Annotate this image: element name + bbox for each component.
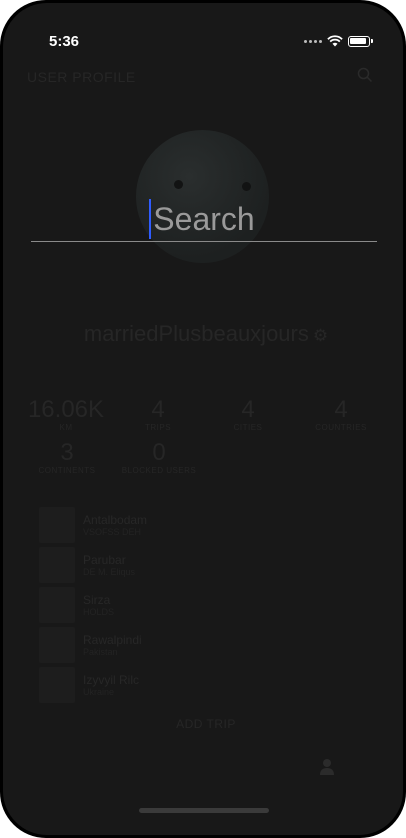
- search-icon[interactable]: [357, 67, 373, 83]
- text-caret: [149, 199, 151, 239]
- trip-thumbnail: [39, 507, 75, 543]
- trip-item[interactable]: Parubar DE M. Eliqus: [39, 547, 135, 583]
- stat-label: CONTINENTS: [38, 466, 96, 475]
- trip-country: HOLDS: [83, 607, 115, 617]
- stat-label: BLOCKED USERS: [121, 466, 197, 475]
- stat-countries[interactable]: 4 COUNTRIES: [299, 396, 383, 433]
- stat-value: 4: [241, 396, 255, 423]
- user-icon[interactable]: [319, 758, 335, 776]
- avatar-eye-right: [242, 182, 251, 191]
- stat-continents[interactable]: 3 CONTINENTS: [29, 439, 105, 476]
- trip-country: DE M. Eliqus: [83, 567, 136, 577]
- trip-item[interactable]: Izyvyil Rilc Ukraine: [39, 667, 139, 703]
- stat-km: 16.06K KM: [21, 396, 111, 433]
- stat-cities[interactable]: 4 CITIES: [211, 396, 285, 433]
- trip-name: Parubar: [83, 553, 126, 567]
- trip-country: Pakistan: [83, 647, 118, 657]
- stat-value: 4: [151, 396, 165, 423]
- search-input[interactable]: [31, 198, 377, 242]
- stat-value: 4: [334, 396, 348, 423]
- trip-thumbnail: [39, 547, 75, 583]
- trip-item[interactable]: Sirza HOLDS: [39, 587, 114, 623]
- trip-country: Ukraine: [83, 687, 115, 697]
- avatar-eye-left: [174, 180, 183, 189]
- battery-icon: [348, 35, 370, 47]
- trip-thumbnail: [39, 627, 75, 663]
- home-indicator[interactable]: [139, 808, 269, 813]
- stat-value: 3: [60, 439, 74, 466]
- status-icons: [304, 35, 373, 47]
- stat-value: 16.06K: [27, 396, 105, 423]
- wifi-icon: [327, 35, 343, 47]
- stat-label: TRIPS: [144, 423, 172, 432]
- trip-name: Antalbodam: [83, 513, 148, 527]
- app-screen: 5:36 USER PROFILE marriedPlusbeauxjours⚙: [3, 3, 403, 835]
- gear-icon[interactable]: ⚙: [313, 326, 328, 345]
- avatar[interactable]: [136, 130, 269, 263]
- stat-label: COUNTRIES: [315, 423, 367, 432]
- trip-thumbnail: [39, 587, 75, 623]
- trip-name: Izyvyil Rilc: [83, 673, 139, 687]
- battery-tip: [371, 39, 373, 43]
- add-trip-button[interactable]: ADD TRIP: [3, 717, 403, 731]
- trip-item[interactable]: Rawalpindi Pakistan: [39, 627, 142, 663]
- stat-value: 0: [152, 439, 166, 466]
- stat-label: CITIES: [233, 423, 263, 432]
- trip-thumbnail: [39, 667, 75, 703]
- trip-country: VSOFSS DEH: [83, 527, 142, 537]
- trip-name: Rawalpindi: [83, 633, 142, 647]
- trip-item[interactable]: Antalbodam VSOFSS DEH: [39, 507, 147, 543]
- signal-icon: [304, 39, 322, 43]
- stat-blocked-users[interactable]: 0 BLOCKED USERS: [113, 439, 205, 476]
- trip-name: Sirza: [83, 593, 111, 607]
- status-time: 5:36: [49, 33, 80, 50]
- profile-username: marriedPlusbeauxjours ⚙: [3, 321, 403, 347]
- page-title: USER PROFILE: [27, 69, 136, 85]
- device-frame: 5:36 USER PROFILE marriedPlusbeauxjours⚙: [0, 0, 406, 838]
- stat-label: KM: [59, 423, 73, 432]
- username-text: marriedPlusbeauxjours: [83, 321, 309, 346]
- stat-trips[interactable]: 4 TRIPS: [121, 396, 195, 433]
